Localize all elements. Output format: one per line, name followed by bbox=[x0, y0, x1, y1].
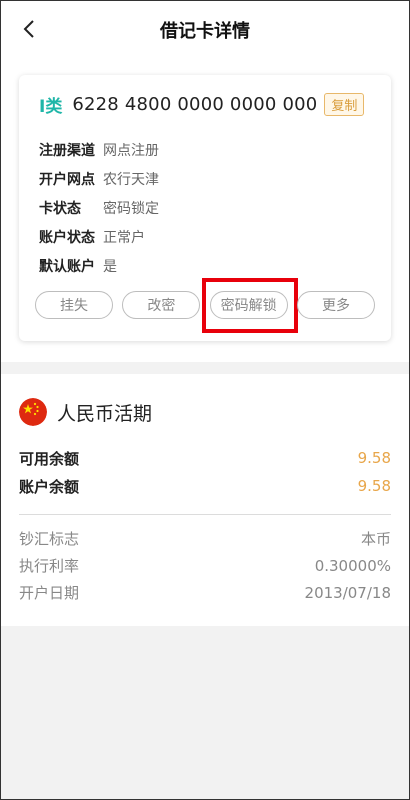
divider bbox=[19, 514, 391, 515]
unlock-password-button[interactable]: 密码解锁 bbox=[201, 278, 298, 333]
info-label: 开户网点 bbox=[39, 171, 95, 188]
card-number-row: I类 6228 4800 0000 0000 000 复制 bbox=[39, 89, 373, 119]
info-label: 账户状态 bbox=[39, 229, 95, 246]
change-password-button[interactable]: 改密 bbox=[122, 291, 201, 319]
info-row: 注册渠道 网点注册 bbox=[39, 135, 373, 164]
unlock-password-label: 密码解锁 bbox=[220, 298, 277, 314]
account-header: 人民币活期 bbox=[19, 394, 391, 430]
meta-value: 0.30000% bbox=[314, 556, 391, 575]
top-bar: 借记卡详情 bbox=[1, 1, 409, 59]
balance-label: 账户余额 bbox=[19, 477, 80, 496]
info-row: 开户网点 农行天津 bbox=[39, 164, 373, 193]
page-title: 借记卡详情 bbox=[160, 21, 250, 42]
info-row: 默认账户 是 bbox=[39, 251, 373, 280]
info-value: 农行天津 bbox=[103, 171, 159, 188]
meta-row: 执行利率 0.30000% bbox=[19, 552, 391, 579]
china-flag-icon bbox=[19, 398, 47, 426]
card-actions: 挂失 改密 密码解锁 更多 bbox=[35, 278, 375, 333]
meta-value: 2013/07/18 bbox=[304, 583, 391, 602]
account-section: 人民币活期 可用余额 9.58 账户余额 9.58 钞汇标志 本币 执行利率 0… bbox=[1, 374, 409, 626]
info-label: 默认账户 bbox=[39, 258, 95, 275]
copy-button[interactable]: 复制 bbox=[324, 92, 365, 116]
more-button[interactable]: 更多 bbox=[296, 291, 375, 319]
report-loss-button[interactable]: 挂失 bbox=[35, 291, 113, 319]
debit-card-panel: I类 6228 4800 0000 0000 000 复制 注册渠道 网点注册 … bbox=[19, 75, 391, 341]
info-value: 网点注册 bbox=[103, 142, 159, 159]
card-area: I类 6228 4800 0000 0000 000 复制 注册渠道 网点注册 … bbox=[1, 59, 409, 362]
balance-list: 可用余额 9.58 账户余额 9.58 bbox=[19, 444, 391, 500]
balance-row: 账户余额 9.58 bbox=[19, 472, 391, 500]
account-meta-list: 钞汇标志 本币 执行利率 0.30000% 开户日期 2013/07/18 bbox=[19, 525, 391, 606]
info-label: 注册渠道 bbox=[39, 142, 95, 159]
meta-value: 本币 bbox=[360, 530, 391, 548]
info-row: 卡状态 密码锁定 bbox=[39, 193, 373, 222]
account-title: 人民币活期 bbox=[57, 402, 153, 425]
balance-value: 9.58 bbox=[357, 477, 391, 495]
meta-label: 开户日期 bbox=[19, 584, 80, 602]
info-row: 账户状态 正常户 bbox=[39, 222, 373, 251]
info-value: 正常户 bbox=[103, 229, 145, 246]
card-number: 6228 4800 0000 0000 000 bbox=[72, 93, 318, 115]
meta-label: 执行利率 bbox=[19, 557, 80, 575]
meta-label: 钞汇标志 bbox=[19, 530, 80, 548]
card-type-label: I类 bbox=[39, 96, 63, 117]
meta-row: 开户日期 2013/07/18 bbox=[19, 579, 391, 606]
balance-label: 可用余额 bbox=[19, 449, 80, 468]
balance-row: 可用余额 9.58 bbox=[19, 444, 391, 472]
section-gap bbox=[1, 362, 409, 374]
card-info-list: 注册渠道 网点注册 开户网点 农行天津 卡状态 密码锁定 账户状态 正常户 默认… bbox=[39, 135, 373, 280]
info-label: 卡状态 bbox=[39, 200, 81, 217]
info-value: 是 bbox=[103, 258, 117, 275]
empty-background bbox=[1, 626, 409, 799]
meta-row: 钞汇标志 本币 bbox=[19, 525, 391, 552]
balance-value: 9.58 bbox=[357, 449, 391, 467]
info-value: 密码锁定 bbox=[103, 200, 159, 217]
